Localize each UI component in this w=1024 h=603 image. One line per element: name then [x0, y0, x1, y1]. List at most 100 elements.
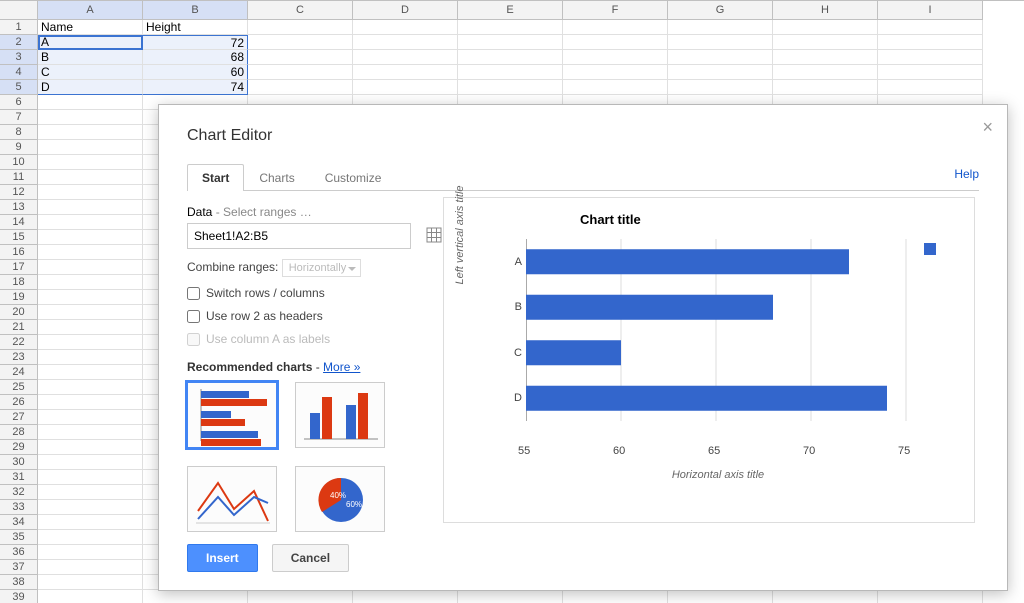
column-header-E[interactable]: E	[458, 1, 563, 20]
row-header-7[interactable]: 7	[0, 110, 38, 125]
cell-G5[interactable]	[668, 80, 773, 95]
column-header-I[interactable]: I	[878, 1, 983, 20]
cell-A26[interactable]	[38, 395, 143, 410]
close-icon[interactable]: ×	[982, 117, 993, 138]
cell-A22[interactable]	[38, 335, 143, 350]
cell-H4[interactable]	[773, 65, 878, 80]
cell-E1[interactable]	[458, 20, 563, 35]
cell-C1[interactable]	[248, 20, 353, 35]
row-header-8[interactable]: 8	[0, 125, 38, 140]
cell-A13[interactable]	[38, 200, 143, 215]
cell-A11[interactable]	[38, 170, 143, 185]
row-header-29[interactable]: 29	[0, 440, 38, 455]
cell-A28[interactable]	[38, 425, 143, 440]
row-header-1[interactable]: 1	[0, 20, 38, 35]
cell-A20[interactable]	[38, 305, 143, 320]
select-all-corner[interactable]	[0, 1, 38, 20]
cell-B39[interactable]	[143, 590, 248, 603]
cell-E2[interactable]	[458, 35, 563, 50]
cell-I5[interactable]	[878, 80, 983, 95]
row-header-21[interactable]: 21	[0, 320, 38, 335]
cell-A2[interactable]: A	[38, 35, 143, 50]
row-header-36[interactable]: 36	[0, 545, 38, 560]
cell-H1[interactable]	[773, 20, 878, 35]
tab-charts[interactable]: Charts	[244, 164, 309, 191]
cell-C5[interactable]	[248, 80, 353, 95]
cell-A16[interactable]	[38, 245, 143, 260]
cell-A33[interactable]	[38, 500, 143, 515]
row-header-6[interactable]: 6	[0, 95, 38, 110]
cell-C39[interactable]	[248, 590, 353, 603]
tab-customize[interactable]: Customize	[310, 164, 397, 191]
column-header-C[interactable]: C	[248, 1, 353, 20]
column-header-H[interactable]: H	[773, 1, 878, 20]
row-header-10[interactable]: 10	[0, 155, 38, 170]
cell-E3[interactable]	[458, 50, 563, 65]
cell-A38[interactable]	[38, 575, 143, 590]
cell-A18[interactable]	[38, 275, 143, 290]
cell-D4[interactable]	[353, 65, 458, 80]
cell-A29[interactable]	[38, 440, 143, 455]
row-header-39[interactable]: 39	[0, 590, 38, 603]
more-charts-link[interactable]: More »	[323, 360, 360, 374]
cell-D1[interactable]	[353, 20, 458, 35]
cell-B4[interactable]: 60	[143, 65, 248, 80]
recommended-chart-column[interactable]	[295, 382, 385, 448]
recommended-chart-bar-horizontal[interactable]	[187, 382, 277, 448]
cell-A24[interactable]	[38, 365, 143, 380]
row-header-31[interactable]: 31	[0, 470, 38, 485]
row-header-33[interactable]: 33	[0, 500, 38, 515]
cell-G4[interactable]	[668, 65, 773, 80]
row-header-30[interactable]: 30	[0, 455, 38, 470]
row-header-4[interactable]: 4	[0, 65, 38, 80]
use-row2-headers-checkbox[interactable]: Use row 2 as headers	[187, 309, 447, 323]
row-header-24[interactable]: 24	[0, 365, 38, 380]
cell-B2[interactable]: 72	[143, 35, 248, 50]
cell-F5[interactable]	[563, 80, 668, 95]
cell-D2[interactable]	[353, 35, 458, 50]
column-header-F[interactable]: F	[563, 1, 668, 20]
cell-I1[interactable]	[878, 20, 983, 35]
row-header-18[interactable]: 18	[0, 275, 38, 290]
row-header-27[interactable]: 27	[0, 410, 38, 425]
cell-A34[interactable]	[38, 515, 143, 530]
row-header-28[interactable]: 28	[0, 425, 38, 440]
cell-I4[interactable]	[878, 65, 983, 80]
row-header-3[interactable]: 3	[0, 50, 38, 65]
column-header-B[interactable]: B	[143, 1, 248, 20]
cell-A1[interactable]: Name	[38, 20, 143, 35]
cell-C2[interactable]	[248, 35, 353, 50]
cell-I3[interactable]	[878, 50, 983, 65]
cell-A32[interactable]	[38, 485, 143, 500]
row-header-5[interactable]: 5	[0, 80, 38, 95]
cell-G1[interactable]	[668, 20, 773, 35]
row-header-23[interactable]: 23	[0, 350, 38, 365]
cell-A8[interactable]	[38, 125, 143, 140]
row-header-11[interactable]: 11	[0, 170, 38, 185]
cell-E4[interactable]	[458, 65, 563, 80]
cell-A15[interactable]	[38, 230, 143, 245]
cell-A7[interactable]	[38, 110, 143, 125]
cell-A12[interactable]	[38, 185, 143, 200]
column-header-D[interactable]: D	[353, 1, 458, 20]
cell-B3[interactable]: 68	[143, 50, 248, 65]
cell-E39[interactable]	[458, 590, 563, 603]
cell-B5[interactable]: 74	[143, 80, 248, 95]
row-header-14[interactable]: 14	[0, 215, 38, 230]
cell-A19[interactable]	[38, 290, 143, 305]
cell-A4[interactable]: C	[38, 65, 143, 80]
cell-A37[interactable]	[38, 560, 143, 575]
cell-A39[interactable]	[38, 590, 143, 603]
row-header-17[interactable]: 17	[0, 260, 38, 275]
data-range-input[interactable]	[187, 223, 411, 249]
recommended-chart-line[interactable]	[187, 466, 277, 532]
cell-E5[interactable]	[458, 80, 563, 95]
row-header-25[interactable]: 25	[0, 380, 38, 395]
row-header-16[interactable]: 16	[0, 245, 38, 260]
cell-I2[interactable]	[878, 35, 983, 50]
cell-D3[interactable]	[353, 50, 458, 65]
cell-D39[interactable]	[353, 590, 458, 603]
cell-C4[interactable]	[248, 65, 353, 80]
cell-A23[interactable]	[38, 350, 143, 365]
row-header-22[interactable]: 22	[0, 335, 38, 350]
